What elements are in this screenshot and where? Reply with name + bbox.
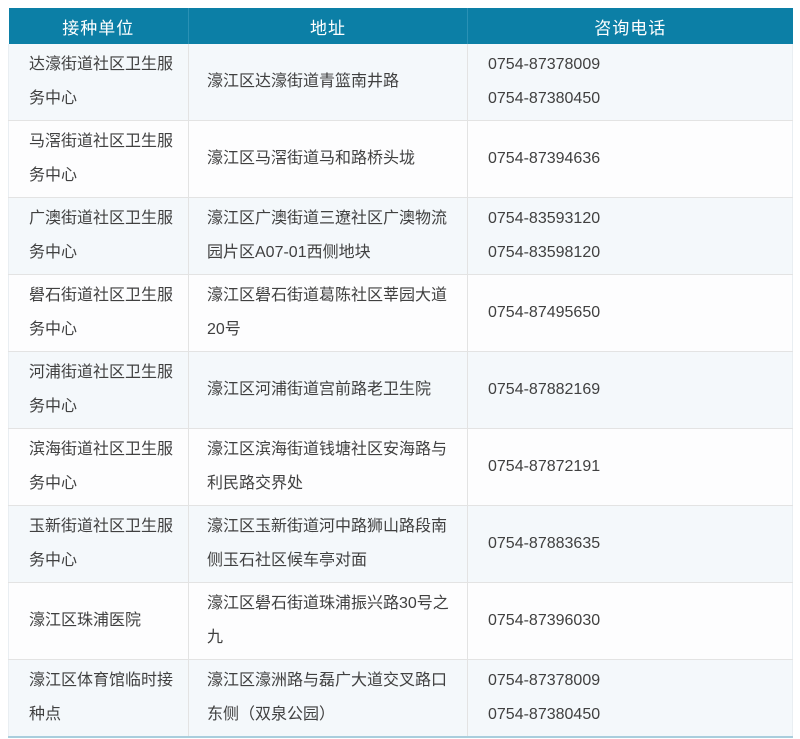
address-cell: 濠江区礐石街道珠浦振兴路30号之九 — [189, 583, 468, 660]
table-row: 玉新街道社区卫生服务中心濠江区玉新街道河中路狮山路段南侧玉石社区候车亭对面 075… — [9, 506, 793, 583]
address-cell: 濠江区马滘街道马和路桥头垅 — [189, 121, 468, 198]
address-cell: 濠江区濠洲路与磊广大道交叉路口东侧（双泉公园） — [189, 660, 468, 738]
phone-number: 0754-87378009 — [488, 48, 780, 82]
phone-number: 0754-87396030 — [488, 604, 780, 638]
phone-cell: 0754-87394636 — [468, 121, 793, 198]
phone-number: 0754-87380450 — [488, 698, 780, 732]
unit-cell: 礐石街道社区卫生服务中心 — [9, 275, 189, 352]
address-cell: 濠江区河浦街道宫前路老卫生院 — [189, 352, 468, 429]
phone-cell: 0754-87872191 — [468, 429, 793, 506]
table-row: 滨海街道社区卫生服务中心濠江区滨海街道钱塘社区安海路与利民路交界处 0754-87… — [9, 429, 793, 506]
unit-cell: 濠江区珠浦医院 — [9, 583, 189, 660]
table-row: 礐石街道社区卫生服务中心濠江区礐石街道葛陈社区莘园大道20号 0754-87495… — [9, 275, 793, 352]
phone-cell: 0754-87495650 — [468, 275, 793, 352]
table-header: 接种单位 地址 咨询电话 — [9, 8, 793, 44]
phone-number: 0754-83593120 — [488, 202, 780, 236]
phone-number: 0754-87378009 — [488, 664, 780, 698]
phone-cell: 0754-873780090754-87380450 — [468, 660, 793, 738]
phone-cell: 0754-87396030 — [468, 583, 793, 660]
page: 接种单位 地址 咨询电话 达濠街道社区卫生服务中心濠江区达濠街道青篮南井路075… — [0, 0, 800, 739]
phone-cell: 0754-87883635 — [468, 506, 793, 583]
column-header-unit: 接种单位 — [9, 8, 189, 44]
phone-number: 0754-83598120 — [488, 236, 780, 270]
phone-number: 0754-87394636 — [488, 142, 780, 176]
phone-number: 0754-87872191 — [488, 450, 780, 484]
phone-cell: 0754-873780090754-87380450 — [468, 44, 793, 121]
unit-cell: 玉新街道社区卫生服务中心 — [9, 506, 189, 583]
phone-number: 0754-87883635 — [488, 527, 780, 561]
unit-cell: 达濠街道社区卫生服务中心 — [9, 44, 189, 121]
phone-number: 0754-87495650 — [488, 296, 780, 330]
phone-number: 0754-87882169 — [488, 373, 780, 407]
column-header-address: 地址 — [189, 8, 468, 44]
vaccination-sites-table: 接种单位 地址 咨询电话 达濠街道社区卫生服务中心濠江区达濠街道青篮南井路075… — [8, 8, 793, 738]
unit-cell: 河浦街道社区卫生服务中心 — [9, 352, 189, 429]
table-body: 达濠街道社区卫生服务中心濠江区达濠街道青篮南井路0754-87378009075… — [9, 44, 793, 737]
table-row: 达濠街道社区卫生服务中心濠江区达濠街道青篮南井路0754-87378009075… — [9, 44, 793, 121]
address-cell: 濠江区礐石街道葛陈社区莘园大道20号 — [189, 275, 468, 352]
phone-cell: 0754-87882169 — [468, 352, 793, 429]
table-row: 马滘街道社区卫生服务中心濠江区马滘街道马和路桥头垅 0754-87394636 — [9, 121, 793, 198]
unit-cell: 滨海街道社区卫生服务中心 — [9, 429, 189, 506]
address-cell: 濠江区滨海街道钱塘社区安海路与利民路交界处 — [189, 429, 468, 506]
unit-cell: 濠江区体育馆临时接种点 — [9, 660, 189, 738]
address-cell: 濠江区达濠街道青篮南井路 — [189, 44, 468, 121]
phone-cell: 0754-835931200754-83598120 — [468, 198, 793, 275]
phone-number: 0754-87380450 — [488, 82, 780, 116]
table-row: 广澳街道社区卫生服务中心濠江区广澳街道三遼社区广澳物流园片区A07-01西侧地块… — [9, 198, 793, 275]
table-row: 濠江区珠浦医院濠江区礐石街道珠浦振兴路30号之九 0754-87396030 — [9, 583, 793, 660]
column-header-phone: 咨询电话 — [468, 8, 793, 44]
table-row: 河浦街道社区卫生服务中心濠江区河浦街道宫前路老卫生院 0754-87882169 — [9, 352, 793, 429]
address-cell: 濠江区玉新街道河中路狮山路段南侧玉石社区候车亭对面 — [189, 506, 468, 583]
unit-cell: 广澳街道社区卫生服务中心 — [9, 198, 189, 275]
unit-cell: 马滘街道社区卫生服务中心 — [9, 121, 189, 198]
address-cell: 濠江区广澳街道三遼社区广澳物流园片区A07-01西侧地块 — [189, 198, 468, 275]
table-row: 濠江区体育馆临时接种点濠江区濠洲路与磊广大道交叉路口东侧（双泉公园）0754-8… — [9, 660, 793, 738]
